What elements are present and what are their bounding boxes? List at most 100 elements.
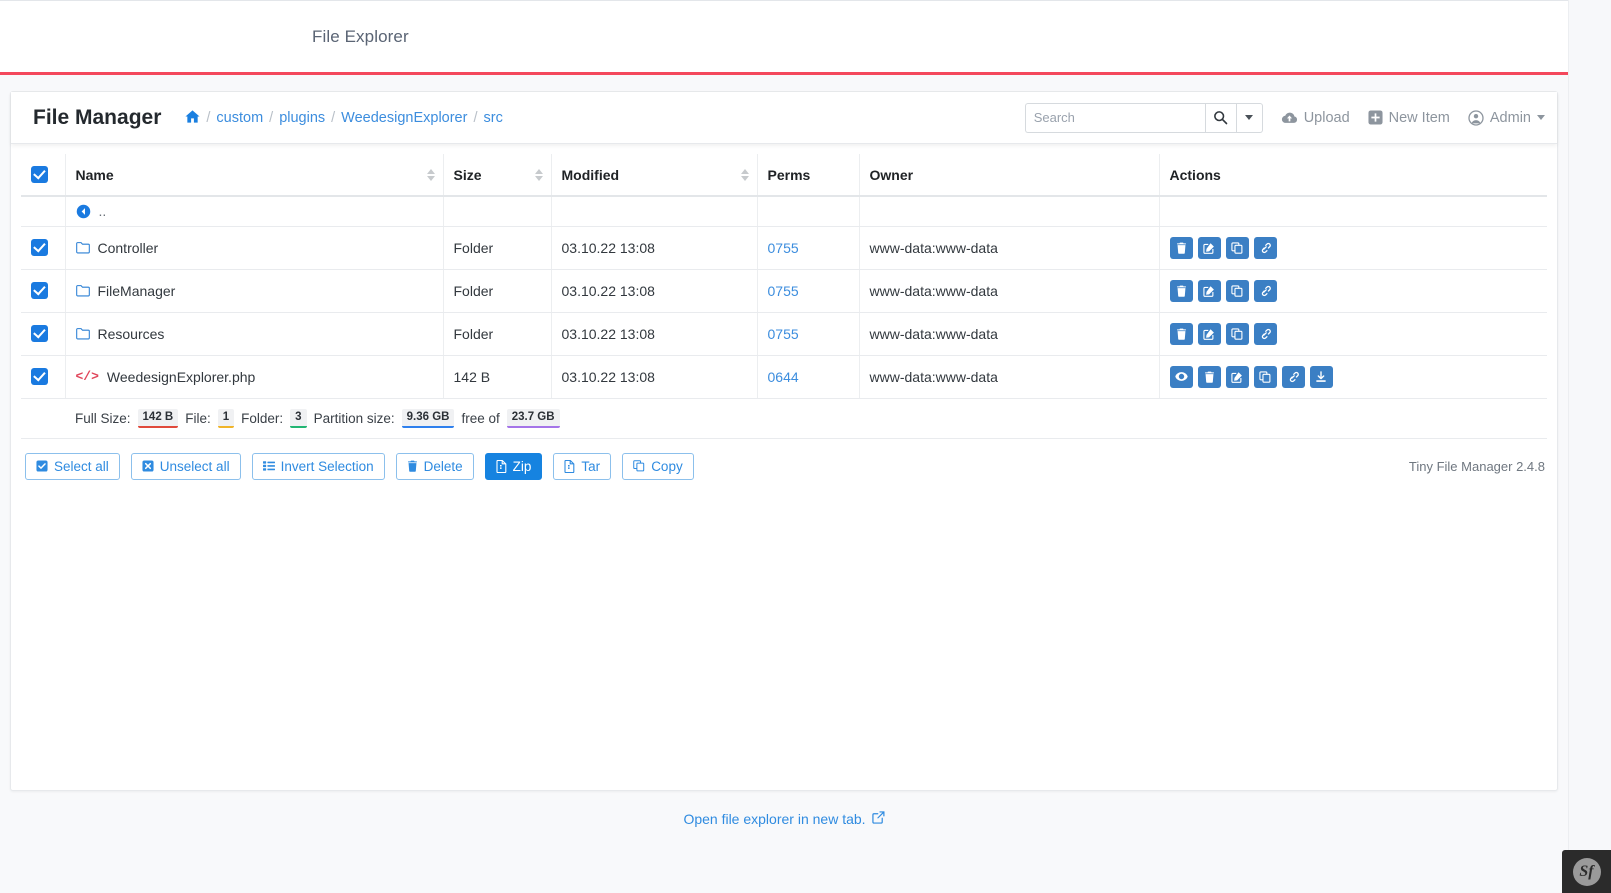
search-group (1024, 102, 1263, 133)
invert-selection-label: Invert Selection (280, 458, 374, 474)
row-perms-link[interactable]: 0755 (768, 326, 799, 342)
row-actions-cell (1159, 312, 1547, 356)
column-label-actions: Actions (1169, 166, 1221, 183)
invert-selection-button[interactable]: Invert Selection (251, 452, 385, 480)
admin-label: Admin (1489, 109, 1531, 126)
home-icon[interactable] (185, 109, 200, 127)
copy-icon[interactable] (1225, 279, 1249, 302)
open-in-new-tab-link[interactable]: Open file explorer in new tab. (683, 811, 885, 827)
file-manager-card: File Manager / custom / plugins / Weedes… (10, 91, 1558, 791)
rename-icon[interactable] (1197, 236, 1221, 259)
page-root: File Explorer File Manager / custom / pl… (0, 0, 1611, 893)
chevron-down-icon (1537, 115, 1545, 120)
row-name-link[interactable]: Resources (98, 326, 165, 342)
breadcrumb-item-src[interactable]: src (483, 110, 502, 126)
tar-button[interactable]: Tar (553, 452, 612, 480)
sort-icon[interactable] (534, 168, 543, 181)
link-icon[interactable] (1281, 365, 1305, 388)
breadcrumb-item-plugins[interactable]: plugins (279, 110, 325, 126)
delete-button[interactable]: Delete (395, 452, 474, 480)
select-all-checkbox[interactable] (31, 166, 48, 183)
code-file-icon: </> (75, 369, 99, 384)
copy-label: Copy (651, 458, 683, 474)
zip-label: Zip (512, 458, 532, 474)
row-perms-cell: 0755 (757, 226, 860, 270)
symfony-profiler-badge[interactable]: Sf (1562, 850, 1611, 893)
breadcrumb-separator: / (269, 109, 274, 126)
file-table-body: .. Controller Folder 03.10.22 13:08 0755… (21, 196, 1547, 439)
download-icon[interactable] (1309, 365, 1333, 388)
copy-icon[interactable] (1225, 322, 1249, 345)
delete-icon[interactable] (1169, 236, 1193, 259)
copy-icon[interactable] (1253, 365, 1277, 388)
link-icon[interactable] (1253, 279, 1277, 302)
file-table-container: Name Size Modified Perms Owner Actions .… (11, 144, 1557, 439)
parent-directory-name-cell[interactable]: .. (65, 196, 444, 227)
trash-icon (407, 460, 418, 472)
unselect-all-label: Unselect all (159, 458, 230, 474)
delete-icon[interactable] (1169, 279, 1193, 302)
row-name-link[interactable]: Controller (98, 240, 159, 256)
column-header-size[interactable]: Size (443, 154, 552, 197)
row-checkbox[interactable] (31, 368, 48, 385)
row-name-cell: </> WeedesignExplorer.php (65, 355, 444, 399)
link-icon[interactable] (1253, 322, 1277, 345)
summary-cell: Full Size: 142 B File: 1 Folder: 3 Parti… (65, 398, 1547, 439)
row-perms-link[interactable]: 0644 (768, 369, 799, 385)
full-size-label: Full Size: (75, 410, 131, 426)
breadcrumb-item-custom[interactable]: custom (216, 110, 263, 126)
folder-icon (75, 284, 90, 297)
page-footer: Open file explorer in new tab. (10, 791, 1558, 827)
zip-button[interactable]: Zip (484, 452, 543, 480)
delete-icon[interactable] (1197, 365, 1221, 388)
partition-size-label: Partition size: (313, 410, 395, 426)
copy-button[interactable]: Copy (622, 452, 694, 480)
row-name-link[interactable]: WeedesignExplorer.php (107, 369, 255, 385)
page-scrollbar-gutter[interactable] (1568, 0, 1611, 893)
admin-menu-button[interactable]: Admin (1468, 110, 1545, 126)
rename-icon[interactable] (1197, 322, 1221, 345)
rename-icon[interactable] (1197, 279, 1221, 302)
column-header-modified[interactable]: Modified (551, 154, 758, 197)
row-actions-cell (1159, 355, 1547, 399)
row-name-link[interactable]: FileManager (98, 283, 176, 299)
link-icon[interactable] (1253, 236, 1277, 259)
parent-directory-row[interactable]: .. (21, 196, 1547, 227)
file-manager-brand: File Manager (33, 105, 162, 129)
search-icon[interactable] (1204, 102, 1237, 133)
symfony-logo-icon: Sf (1572, 857, 1601, 886)
column-header-owner: Owner (859, 154, 1160, 197)
bulk-actions-toolbar: Select all Unselect all Invert Selection (11, 439, 1557, 480)
chevron-down-icon (1245, 115, 1254, 120)
back-circle-icon[interactable] (76, 204, 91, 219)
row-checkbox[interactable] (31, 282, 48, 299)
unselect-all-button[interactable]: Unselect all (130, 452, 241, 480)
breadcrumb-item-weedesignexplorer[interactable]: WeedesignExplorer (341, 110, 467, 126)
view-icon[interactable] (1169, 365, 1193, 388)
folder-icon (75, 241, 90, 254)
rename-icon[interactable] (1225, 365, 1249, 388)
sort-icon[interactable] (426, 168, 435, 181)
x-square-icon (142, 460, 154, 472)
sort-icon[interactable] (740, 168, 749, 181)
copy-icon[interactable] (1225, 236, 1249, 259)
select-all-button[interactable]: Select all (25, 452, 120, 480)
row-checkbox[interactable] (31, 325, 48, 342)
summary-spacer-cell (21, 398, 65, 439)
search-options-dropdown[interactable] (1236, 102, 1263, 133)
breadcrumb-separator: / (206, 109, 211, 126)
select-all-header (21, 154, 66, 197)
delete-icon[interactable] (1169, 322, 1193, 345)
row-checkbox[interactable] (31, 239, 48, 256)
search-input[interactable] (1024, 102, 1205, 133)
new-item-button[interactable]: New Item (1368, 110, 1450, 126)
row-modified-cell: 03.10.22 13:08 (551, 226, 758, 270)
row-checkbox-cell (21, 226, 66, 270)
row-perms-link[interactable]: 0755 (768, 240, 799, 256)
row-checkbox-cell (21, 355, 66, 399)
file-archive-icon (496, 459, 507, 473)
column-header-name[interactable]: Name (65, 154, 444, 197)
upload-button[interactable]: Upload (1281, 110, 1350, 126)
row-perms-link[interactable]: 0755 (768, 283, 799, 299)
parent-directory-label: .. (98, 203, 107, 220)
